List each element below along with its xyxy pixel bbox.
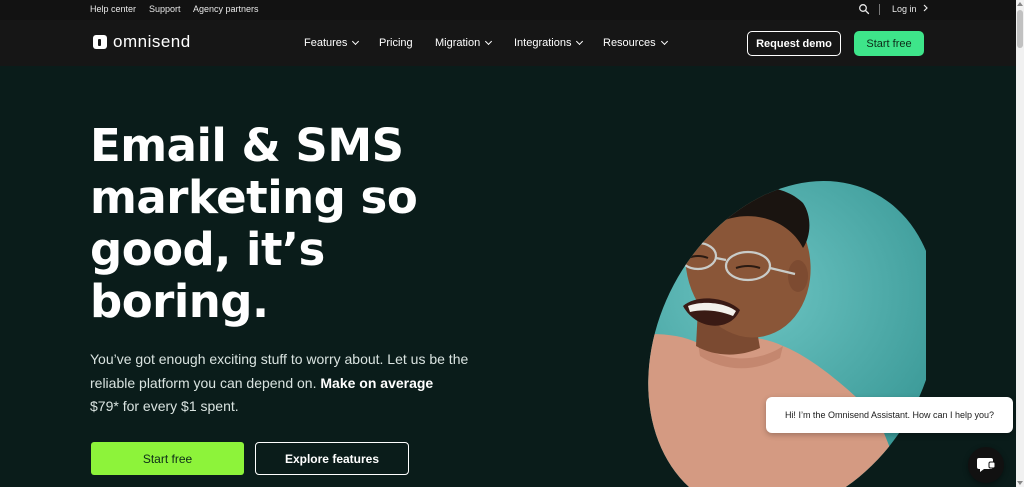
search-icon[interactable] bbox=[858, 3, 870, 15]
hero-subtitle: You’ve got enough exciting stuff to worr… bbox=[90, 348, 470, 419]
scroll-down-arrow-icon[interactable] bbox=[1017, 481, 1023, 485]
hero-image bbox=[591, 158, 926, 487]
login-label: Log in bbox=[892, 4, 917, 14]
explore-features-button[interactable]: Explore features bbox=[255, 442, 409, 475]
divider bbox=[879, 4, 880, 15]
start-free-button[interactable]: Start free bbox=[91, 442, 244, 475]
chevron-down-icon bbox=[352, 37, 360, 46]
hero-subtitle-bold: Make on average bbox=[320, 374, 434, 391]
nav-item-label: Migration bbox=[435, 37, 481, 49]
utility-bar: Help center Support Agency partners Log … bbox=[0, 0, 1016, 20]
hero-title: Email & SMS marketing so good, it’s bori… bbox=[90, 120, 510, 328]
chat-assistant-message[interactable]: Hi! I’m the Omnisend Assistant. How can … bbox=[766, 397, 1013, 433]
hero-subtitle-tail: $79* for every $1 spent. bbox=[90, 398, 239, 414]
nav-item-label: Resources bbox=[603, 37, 656, 49]
logo-icon bbox=[93, 35, 107, 49]
request-demo-button[interactable]: Request demo bbox=[747, 31, 841, 56]
chevron-down-icon bbox=[485, 37, 493, 46]
chat-message-text: Hi! I’m the Omnisend Assistant. How can … bbox=[784, 410, 995, 420]
nav-item-pricing[interactable]: Pricing bbox=[379, 37, 413, 49]
scrollbar[interactable] bbox=[1016, 0, 1024, 487]
agency-partners-link[interactable]: Agency partners bbox=[193, 4, 259, 14]
chevron-right-icon bbox=[923, 4, 928, 12]
support-link[interactable]: Support bbox=[149, 4, 181, 14]
nav-item-label: Integrations bbox=[514, 37, 572, 49]
hero-title-line: Email & SMS bbox=[90, 119, 404, 172]
chat-launcher-button[interactable] bbox=[968, 447, 1004, 483]
nav-item-features[interactable]: Features bbox=[304, 37, 360, 49]
nav-item-label: Pricing bbox=[379, 37, 413, 49]
scroll-thumb[interactable] bbox=[1017, 10, 1023, 48]
logo-text: omnisend bbox=[113, 32, 191, 51]
logo[interactable]: omnisend bbox=[93, 32, 191, 52]
nav-item-label: Features bbox=[304, 37, 348, 49]
hero-title-line: marketing so bbox=[90, 171, 418, 224]
nav-item-integrations[interactable]: Integrations bbox=[514, 37, 584, 49]
scroll-up-arrow-icon[interactable] bbox=[1017, 2, 1023, 6]
main-nav: omnisend Features Pricing Migration Inte… bbox=[0, 20, 1016, 66]
chevron-down-icon bbox=[576, 37, 584, 46]
help-center-link[interactable]: Help center bbox=[90, 4, 136, 14]
login-link[interactable]: Log in bbox=[892, 4, 929, 14]
hero-title-line: boring. bbox=[90, 275, 269, 328]
nav-item-resources[interactable]: Resources bbox=[603, 37, 668, 49]
chevron-down-icon bbox=[660, 37, 668, 46]
hero-title-line: good, it’s bbox=[90, 223, 325, 276]
start-free-nav-button[interactable]: Start free bbox=[854, 31, 924, 56]
chat-icon bbox=[977, 458, 996, 472]
nav-item-migration[interactable]: Migration bbox=[435, 37, 493, 49]
